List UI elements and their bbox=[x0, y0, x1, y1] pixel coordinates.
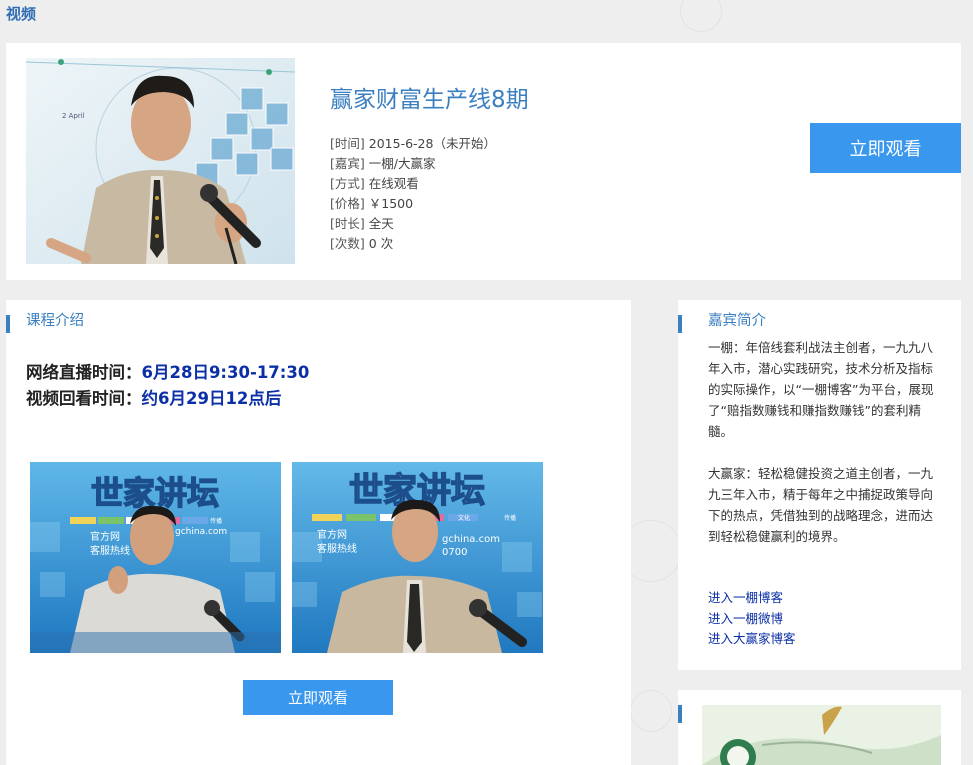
info-label: [价格] bbox=[330, 196, 365, 211]
photo-tag-text: 文化 bbox=[458, 514, 470, 522]
guest-title: 嘉宾简介 bbox=[708, 313, 766, 329]
info-label: [嘉宾] bbox=[330, 156, 365, 171]
course-card: 2 April 赢家财富生产线8期 [时间] 2015-6-28（未开始） [嘉… bbox=[6, 43, 961, 280]
live-time-value: 6月28日9:30-17:30 bbox=[141, 363, 310, 382]
photo-url-text: gchina.com bbox=[175, 527, 227, 537]
link-dayingjia-blog[interactable]: 进入大赢家博客 bbox=[708, 629, 796, 650]
thumb-date-text: 2 April bbox=[62, 112, 85, 120]
info-label: [时间] bbox=[330, 136, 365, 151]
guest-intro-panel: 嘉宾简介 一棚：年倍线套利战法主创者，一九九八年入市，潜心实践研究，技术分析及指… bbox=[678, 300, 961, 670]
promo-image bbox=[702, 705, 941, 765]
info-row-price: [价格] ￥1500 bbox=[330, 194, 496, 214]
info-row-time: [时间] 2015-6-28（未开始） bbox=[330, 134, 496, 154]
info-value: 一棚/大赢家 bbox=[368, 156, 436, 171]
info-value: 全天 bbox=[368, 216, 394, 231]
watch-now-button-bottom[interactable]: 立即观看 bbox=[243, 680, 393, 715]
guest-paragraph: 大赢家：轻松稳健投资之道主创者，一九九三年入市，精于每年之中捕捉政策导向下的热点… bbox=[708, 466, 934, 544]
guest-paragraph: 一棚：年倍线套利战法主创者，一九九八年入市，潜心实践研究，技术分析及指标的实际操… bbox=[708, 340, 934, 439]
photo-phone-text: 0700 bbox=[442, 547, 467, 558]
intro-title: 课程介绍 bbox=[26, 313, 84, 329]
info-value: 2015-6-28（未开始） bbox=[368, 136, 496, 151]
info-label: [次数] bbox=[330, 236, 365, 251]
info-value: 0 次 bbox=[368, 236, 394, 251]
broadcast-times: 网络直播时间：6月28日9:30-17:30 视频回看时间：约6月29日12点后 bbox=[26, 360, 309, 412]
course-intro-panel: 课程介绍 网络直播时间：6月28日9:30-17:30 视频回看时间：约6月29… bbox=[6, 300, 631, 765]
info-label: [方式] bbox=[330, 176, 365, 191]
info-row-method: [方式] 在线观看 bbox=[330, 174, 496, 194]
info-value: 在线观看 bbox=[368, 176, 419, 191]
live-time-line: 网络直播时间：6月28日9:30-17:30 bbox=[26, 360, 309, 386]
guest-description: 一棚：年倍线套利战法主创者，一九九八年入市，潜心实践研究，技术分析及指标的实际操… bbox=[708, 337, 940, 568]
lecture-photo-image: 世家讲坛 传播 文化 官方网 客服热线 gchina.com bbox=[30, 462, 281, 653]
replay-time-line: 视频回看时间：约6月29日12点后 bbox=[26, 386, 309, 412]
lecture-photo-2: 世家讲坛 文化 传播 官方网 客服热线 gchina.com 0700 bbox=[292, 462, 543, 653]
bg-decoration bbox=[680, 0, 722, 32]
course-info-list: [时间] 2015-6-28（未开始） [嘉宾] 一棚/大赢家 [方式] 在线观看 [… bbox=[330, 134, 496, 254]
course-title[interactable]: 赢家财富生产线8期 bbox=[330, 80, 529, 114]
bg-decoration bbox=[630, 690, 672, 732]
photo-url-text: gchina.com bbox=[442, 534, 500, 545]
course-thumbnail[interactable]: 2 April bbox=[26, 58, 295, 264]
presenter-image: 2 April bbox=[26, 58, 295, 264]
replay-time-value: 约6月29日12点后 bbox=[141, 389, 282, 408]
photo-tag-text: 传播 bbox=[504, 514, 516, 522]
info-value: ￥1500 bbox=[368, 196, 414, 211]
replay-time-label: 视频回看时间： bbox=[26, 389, 142, 408]
live-time-label: 网络直播时间： bbox=[26, 363, 142, 382]
info-label: [时长] bbox=[330, 216, 365, 231]
lecture-photo-1: 世家讲坛 传播 文化 官方网 客服热线 gchina.com bbox=[30, 462, 281, 653]
info-row-count: [次数] 0 次 bbox=[330, 234, 496, 254]
watch-now-button[interactable]: 立即观看 bbox=[810, 123, 961, 173]
info-row-guest: [嘉宾] 一棚/大赢家 bbox=[330, 154, 496, 174]
section-title: 视频 bbox=[6, 5, 37, 23]
photo-small-text: 客服热线 bbox=[90, 544, 130, 557]
link-yipeng-blog[interactable]: 进入一棚博客 bbox=[708, 588, 796, 609]
link-yipeng-weibo[interactable]: 进入一棚微博 bbox=[708, 609, 796, 630]
secondary-panel bbox=[678, 690, 961, 765]
photo-small-text: 官方网 bbox=[317, 528, 347, 541]
lecture-photo-image: 世家讲坛 文化 传播 官方网 客服热线 gchina.com 0700 bbox=[292, 462, 543, 653]
panel-accent-bar bbox=[6, 315, 10, 333]
photo-small-text: 官方网 bbox=[90, 530, 120, 543]
panel-accent-bar bbox=[678, 315, 682, 333]
promo-thumbnail[interactable] bbox=[702, 705, 941, 765]
photo-tag-text: 传播 bbox=[210, 517, 222, 525]
panel-accent-bar bbox=[678, 705, 682, 723]
info-row-duration: [时长] 全天 bbox=[330, 214, 496, 234]
guest-links: 进入一棚博客 进入一棚微博 进入大赢家博客 bbox=[708, 588, 796, 650]
photo-small-text: 客服热线 bbox=[317, 542, 357, 555]
